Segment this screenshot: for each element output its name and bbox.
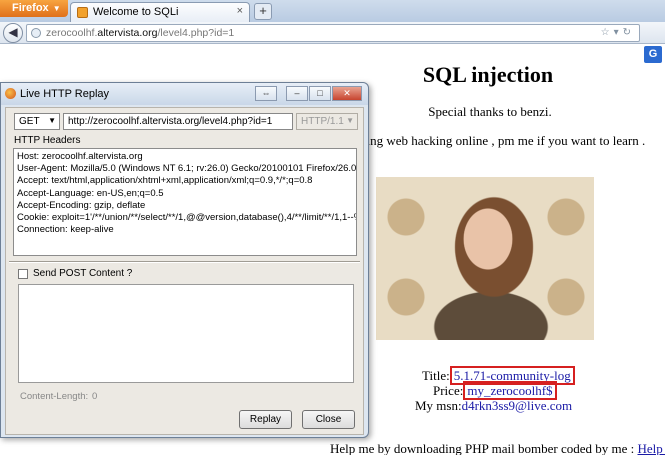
msn-value: d4rkn3ss9@live.com xyxy=(461,398,573,413)
help-line: Help me by downloading PHP mail bomber c… xyxy=(330,441,665,455)
info-price-line: Price: my_zerocoolhf$ xyxy=(433,381,633,400)
firefox-menu-button[interactable]: Firefox ▼ xyxy=(0,0,68,17)
tab-title: Welcome to SQLi xyxy=(93,6,179,18)
portrait-photo xyxy=(376,177,594,340)
firefox-menu-label: Firefox xyxy=(12,2,49,14)
info-msn-line: My msn:d4rkn3ss9@live.com xyxy=(415,398,615,414)
address-bar-icons[interactable]: ☆▾↻ xyxy=(601,27,635,38)
bookmark-star-icon: ☆ xyxy=(600,27,614,38)
title-label: Title: xyxy=(422,368,450,383)
header-line: Cookie: exploit=1'/**/union/**/select/**… xyxy=(17,212,357,224)
header-line: Accept-Encoding: gzip, deflate xyxy=(17,199,146,211)
address-bar[interactable]: zerocoolhf.altervista.org/level4.php?id=… xyxy=(26,24,640,42)
dialog-titlebar[interactable]: Live HTTP Replay ⇔ – □ ✕ xyxy=(1,83,368,105)
dialog-body: GET ▼ http://zerocoolhf.altervista.org/le… xyxy=(5,107,364,435)
browser-titlebar: Firefox ▼ Welcome to SQLi × + xyxy=(0,0,665,22)
splitter[interactable] xyxy=(9,261,360,263)
close-button[interactable]: Close xyxy=(302,410,355,429)
resize-icon[interactable]: ⇔ xyxy=(255,86,277,101)
replay-button[interactable]: Replay xyxy=(239,410,292,429)
header-line: Host: zerocoolhf.altervista.org xyxy=(17,151,143,162)
dropdown-icon: ▾ xyxy=(613,27,623,38)
send-post-label: Send POST Content ? xyxy=(33,268,133,279)
navigation-bar: ◀ zerocoolhf.altervista.org/level4.php?i… xyxy=(0,22,665,63)
send-post-checkbox[interactable] xyxy=(18,269,28,279)
close-icon[interactable]: ✕ xyxy=(332,86,362,101)
post-content-textarea[interactable] xyxy=(18,284,354,383)
method-select[interactable]: GET ▼ xyxy=(14,113,60,130)
msn-label: My msn: xyxy=(415,398,462,413)
site-favicon-icon xyxy=(77,7,88,18)
tab-close-icon[interactable]: × xyxy=(237,5,243,17)
header-line: Accept-Language: en-US,en;q=0.5 xyxy=(17,187,164,199)
back-button[interactable]: ◀ xyxy=(3,23,23,43)
back-arrow-icon: ◀ xyxy=(8,25,18,39)
thanks-text: Special thanks to benzi. xyxy=(428,104,552,119)
request-url-input[interactable]: http://zerocoolhf.altervista.org/level4.… xyxy=(63,113,293,130)
new-tab-button[interactable]: + xyxy=(254,3,272,20)
chevron-down-icon: ▼ xyxy=(48,116,56,125)
tab-welcome-to-sqli[interactable]: Welcome to SQLi × xyxy=(70,2,250,22)
help-me-link[interactable]: Help me xyxy=(638,441,665,455)
method-value: GET xyxy=(19,116,40,127)
header-line: Accept: text/html,application/xhtml+xml,… xyxy=(17,175,313,187)
dialog-title: Live HTTP Replay xyxy=(20,88,110,100)
headers-label: HTTP Headers xyxy=(14,135,81,146)
content-length-value: 0 xyxy=(92,391,98,402)
content-length-label: Content-Length: xyxy=(20,391,89,402)
chevron-down-icon: ▼ xyxy=(346,116,354,125)
window-controls: ⇔ – □ ✕ xyxy=(254,86,362,102)
google-search-icon[interactable]: G xyxy=(644,46,662,63)
chevron-down-icon: ▼ xyxy=(52,4,61,13)
http-version-select[interactable]: HTTP/1.1 ▼ xyxy=(296,113,358,130)
headers-textarea[interactable]: Host: zerocoolhf.altervista.org User-Age… xyxy=(13,148,357,256)
reload-icon: ↻ xyxy=(622,27,635,38)
price-label: Price: xyxy=(433,383,464,398)
teach-text: hing web hacking online , pm me if you w… xyxy=(360,133,646,148)
header-line: User-Agent: Mozilla/5.0 (Windows NT 6.1;… xyxy=(17,163,357,175)
help-text: Help me by downloading PHP mail bomber c… xyxy=(330,441,638,455)
http-version-value: HTTP/1.1 xyxy=(301,116,344,127)
live-http-replay-dialog: Live HTTP Replay ⇔ – □ ✕ GET ▼ http://zer… xyxy=(0,82,369,438)
header-line: Connection: keep-alive xyxy=(17,224,114,236)
minimize-icon[interactable]: – xyxy=(286,86,308,101)
maximize-icon[interactable]: □ xyxy=(309,86,331,101)
globe-icon xyxy=(31,28,41,38)
page-title: SQL injection xyxy=(422,62,554,87)
firefox-icon xyxy=(5,88,16,99)
address-url: zerocoolhf.altervista.org/level4.php?id=… xyxy=(46,27,235,39)
